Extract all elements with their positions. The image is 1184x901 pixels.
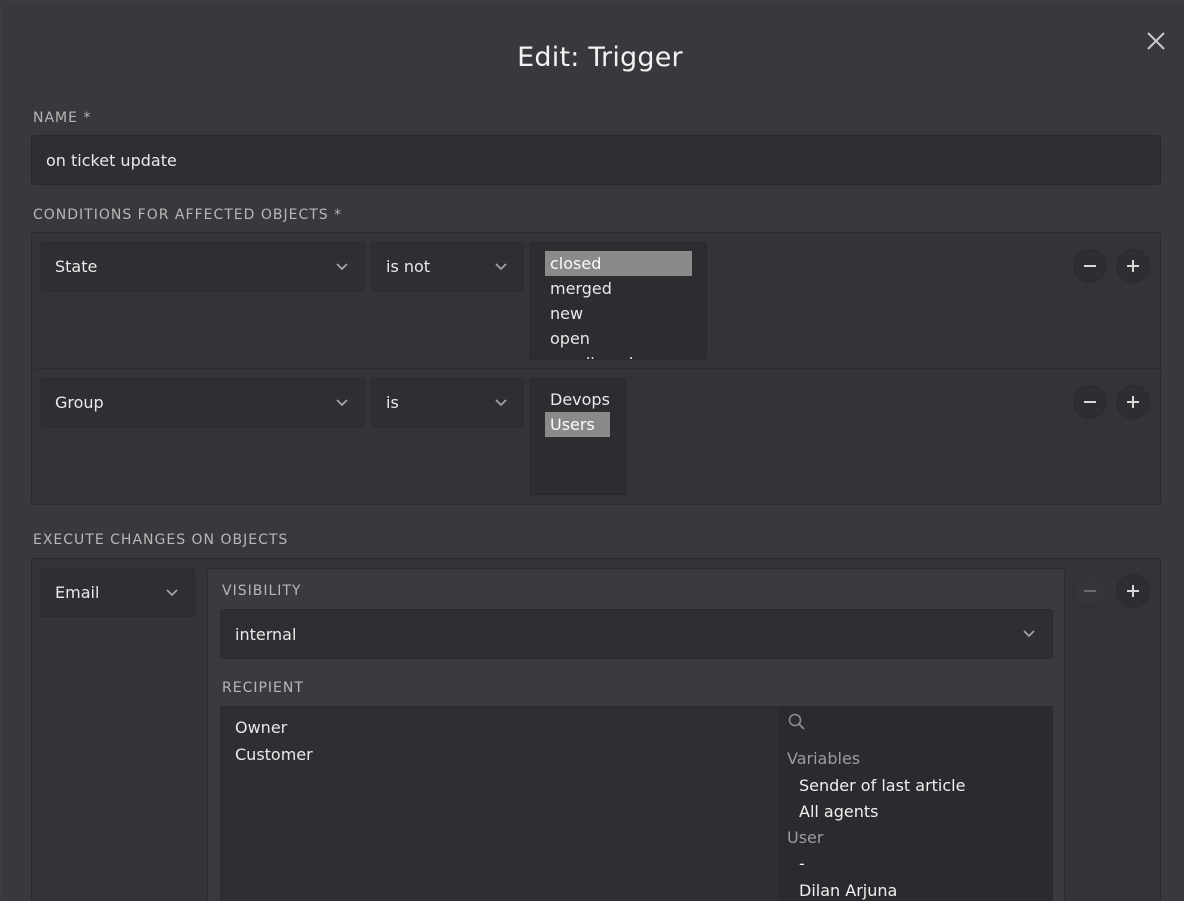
- condition-operator-value: is not: [386, 257, 431, 276]
- chevron-down-icon: [1023, 630, 1035, 638]
- visibility-value: internal: [235, 624, 297, 644]
- condition-divider: [34, 368, 1162, 369]
- picker-item-sender-of-last-article[interactable]: Sender of last article: [799, 776, 965, 795]
- close-icon[interactable]: [1145, 30, 1167, 52]
- state-values-listbox[interactable]: closed merged new open pending close: [530, 242, 707, 360]
- condition-attribute-value: State: [55, 257, 98, 276]
- condition-operator-value: is: [386, 393, 399, 412]
- chevron-down-icon: [336, 262, 348, 270]
- group-option-devops[interactable]: Devops: [545, 387, 625, 412]
- visibility-label: VISIBILITY: [222, 583, 302, 599]
- minus-icon: [1084, 401, 1096, 403]
- picker-item-dilan-arjuna[interactable]: Dilan Arjuna: [799, 881, 897, 900]
- visibility-select[interactable]: internal: [220, 609, 1053, 659]
- state-option-merged[interactable]: merged: [545, 276, 706, 301]
- search-icon[interactable]: [787, 712, 807, 732]
- picker-item-none[interactable]: -: [799, 854, 805, 873]
- state-option-new[interactable]: new: [545, 301, 706, 326]
- action-type-value: Email: [55, 583, 100, 602]
- chevron-down-icon: [166, 588, 178, 596]
- chevron-down-icon: [495, 262, 507, 270]
- condition-attribute-select-group[interactable]: Group: [40, 378, 365, 427]
- remove-condition-button[interactable]: [1073, 249, 1107, 283]
- trigger-modal: Edit: Trigger NAME * on ticket update CO…: [2, 2, 1184, 901]
- picker-group-user: User: [787, 828, 824, 847]
- group-option-users[interactable]: Users: [545, 412, 610, 437]
- condition-operator-select-state[interactable]: is not: [371, 242, 524, 291]
- minus-icon: [1084, 590, 1096, 592]
- add-condition-button[interactable]: [1116, 385, 1150, 419]
- add-action-button[interactable]: [1116, 574, 1150, 608]
- state-option-pending-close[interactable]: pending close: [545, 351, 706, 359]
- recipient-owner[interactable]: Owner: [235, 718, 287, 737]
- chevron-down-icon: [495, 398, 507, 406]
- plus-icon: [1127, 396, 1139, 408]
- remove-action-button[interactable]: [1073, 574, 1107, 608]
- condition-operator-select-group[interactable]: is: [371, 378, 524, 427]
- chevron-down-icon: [336, 398, 348, 406]
- execute-label: EXECUTE CHANGES ON OBJECTS: [33, 532, 289, 548]
- modal-title: Edit: Trigger: [517, 42, 683, 73]
- condition-attribute-value: Group: [55, 393, 104, 412]
- name-label: NAME *: [33, 110, 92, 126]
- name-value: on ticket update: [46, 150, 177, 170]
- name-input[interactable]: on ticket update: [31, 135, 1161, 185]
- picker-item-all-agents[interactable]: All agents: [799, 802, 878, 821]
- group-values-listbox[interactable]: Devops Users: [530, 378, 626, 495]
- condition-attribute-select-state[interactable]: State: [40, 242, 365, 291]
- plus-icon: [1127, 585, 1139, 597]
- plus-icon: [1127, 260, 1139, 272]
- picker-group-variables: Variables: [787, 749, 861, 768]
- add-condition-button[interactable]: [1116, 249, 1150, 283]
- state-option-open[interactable]: open: [545, 326, 706, 351]
- action-type-select[interactable]: Email: [40, 568, 195, 617]
- remove-condition-button[interactable]: [1073, 385, 1107, 419]
- recipient-label: RECIPIENT: [222, 680, 304, 696]
- state-option-closed[interactable]: closed: [545, 251, 692, 276]
- conditions-label: CONDITIONS FOR AFFECTED OBJECTS *: [33, 207, 343, 223]
- minus-icon: [1084, 265, 1096, 267]
- recipient-customer[interactable]: Customer: [235, 745, 313, 764]
